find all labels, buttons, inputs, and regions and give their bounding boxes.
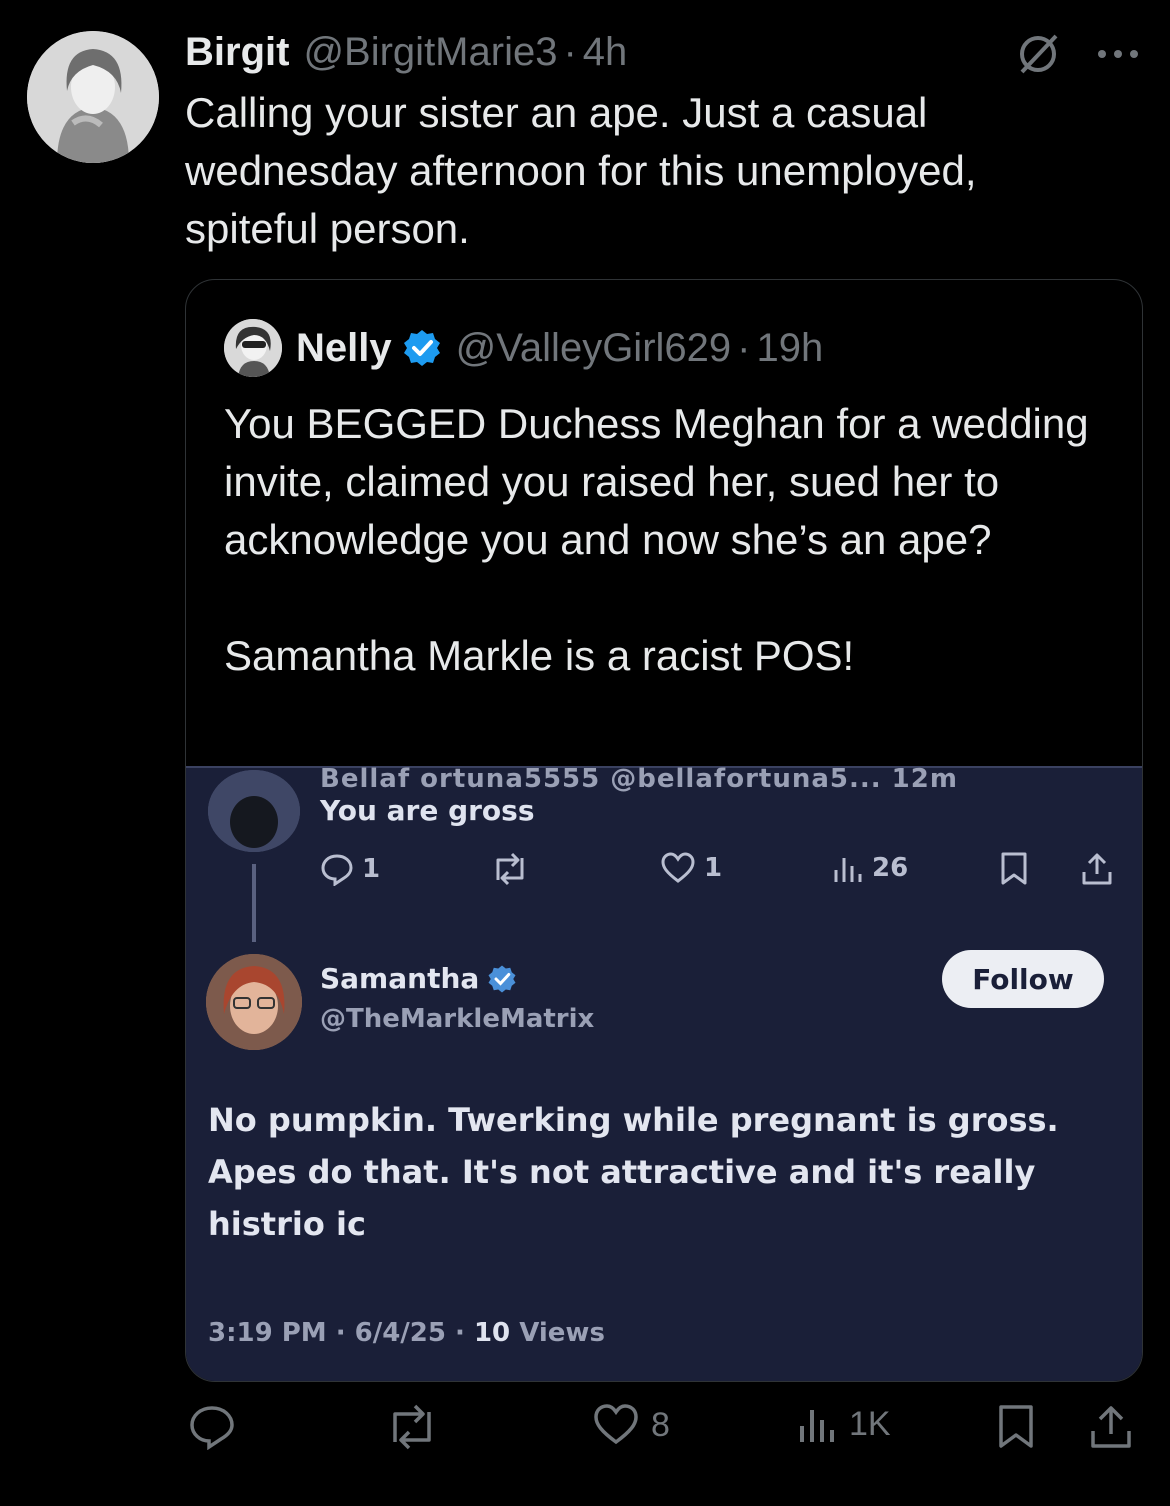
quote-header: Nelly @ValleyGirl629 · 19h — [224, 319, 823, 377]
views-icon — [800, 1410, 834, 1442]
attached-screenshot-image[interactable]: Bellaf ortuna5555 @bellafortuna5... 12m … — [186, 766, 1142, 1381]
quote-time[interactable]: 19h — [756, 326, 823, 371]
quote-tweet[interactable]: Nelly @ValleyGirl629 · 19h You BEGGED Du… — [185, 279, 1143, 1382]
like-button[interactable]: 8 — [593, 1404, 670, 1446]
screenshot-follow-button: Follow — [942, 950, 1104, 1008]
header-icons — [1014, 30, 1140, 78]
screenshot-author-handle: @TheMarkleMatrix — [320, 1004, 595, 1034]
thread-line — [252, 864, 256, 942]
separator-dot: · — [563, 29, 577, 74]
tweet-text: Calling your sister an ape. Just a casua… — [185, 89, 977, 252]
retweet-icon — [393, 1404, 431, 1450]
avatar-photo — [27, 31, 159, 163]
screenshot-reply-actions: 1 1 26 — [320, 852, 1120, 892]
author-avatar[interactable] — [27, 31, 159, 163]
screenshot-views-label: Views — [510, 1318, 605, 1348]
bookmark-button[interactable] — [997, 1404, 1035, 1450]
bookmark-icon — [999, 1405, 1033, 1448]
quote-text-paragraph-1: You BEGGED Duchess Meghan for a wedding … — [224, 400, 1089, 563]
quote-avatar-photo — [224, 319, 282, 377]
screenshot-bookmark — [1000, 852, 1028, 886]
reply-button[interactable] — [189, 1404, 235, 1450]
author-handle[interactable]: @BirgitMarie3 — [303, 30, 557, 75]
share-icon — [1091, 1406, 1131, 1448]
reply-icon — [190, 1406, 234, 1450]
screenshot-replies-count: 1 — [362, 854, 381, 884]
screenshot-like-count: 1 — [660, 852, 722, 884]
tweet-actions-bar: 8 1K — [185, 1404, 1135, 1464]
retweet-icon — [496, 852, 524, 886]
share-button[interactable] — [1089, 1404, 1133, 1450]
view-count: 1K — [849, 1404, 891, 1443]
more-icon[interactable] — [1096, 48, 1140, 60]
like-count: 8 — [651, 1405, 670, 1444]
share-icon — [1082, 853, 1112, 885]
quote-separator-dot: · — [737, 325, 751, 370]
screenshot-cut-header: Bellaf ortuna5555 @bellafortuna5... 12m — [320, 766, 958, 794]
screenshot-views-count: 26 — [872, 853, 909, 883]
bookmark-icon — [1001, 852, 1027, 885]
quote-author-handle[interactable]: @ValleyGirl629 — [456, 326, 732, 371]
views-button[interactable]: 1K — [797, 1404, 891, 1444]
quote-text: You BEGGED Duchess Meghan for a wedding … — [224, 395, 1104, 685]
author-name[interactable]: Birgit — [185, 30, 289, 75]
grok-icon[interactable] — [1014, 30, 1062, 78]
screenshot-timestamp: 3:19 PM · 6/4/25 · — [208, 1318, 474, 1348]
screenshot-author-avatar — [206, 954, 302, 1050]
screenshot-author-name-row: Samantha — [320, 962, 517, 995]
quote-text-paragraph-2: Samantha Markle is a racist POS! — [224, 632, 855, 679]
tweet-time[interactable]: 4h — [583, 30, 628, 75]
heart-icon — [661, 852, 695, 883]
verified-badge-icon — [402, 328, 442, 368]
retweet-button[interactable] — [385, 1404, 439, 1450]
screenshot-meta: 3:19 PM · 6/4/25 · 10 Views — [208, 1318, 605, 1348]
quote-author-name[interactable]: Nelly — [296, 326, 392, 371]
screenshot-views-number: 10 — [473, 1318, 511, 1348]
screenshot-reply-text: You are gross — [320, 794, 535, 827]
reply-icon — [321, 854, 353, 886]
tweet-header: Birgit @BirgitMarie3 · 4h — [185, 24, 1140, 80]
screenshot-retweet — [490, 852, 530, 886]
screenshot-reply-count: 1 — [320, 852, 380, 886]
views-icon — [834, 858, 862, 882]
screenshot-share — [1080, 852, 1114, 886]
screenshot-reply-avatar — [208, 770, 300, 852]
screenshot-view-count: 26 — [832, 852, 908, 884]
screenshot-verified-icon — [488, 965, 516, 992]
quote-avatar — [224, 319, 282, 377]
screenshot-body-text: No pumpkin. Twerking while pregnant is g… — [208, 1101, 1059, 1243]
screenshot-author-name: Samantha — [320, 962, 480, 995]
screenshot-likes-count: 1 — [704, 853, 723, 883]
heart-icon — [594, 1404, 638, 1445]
